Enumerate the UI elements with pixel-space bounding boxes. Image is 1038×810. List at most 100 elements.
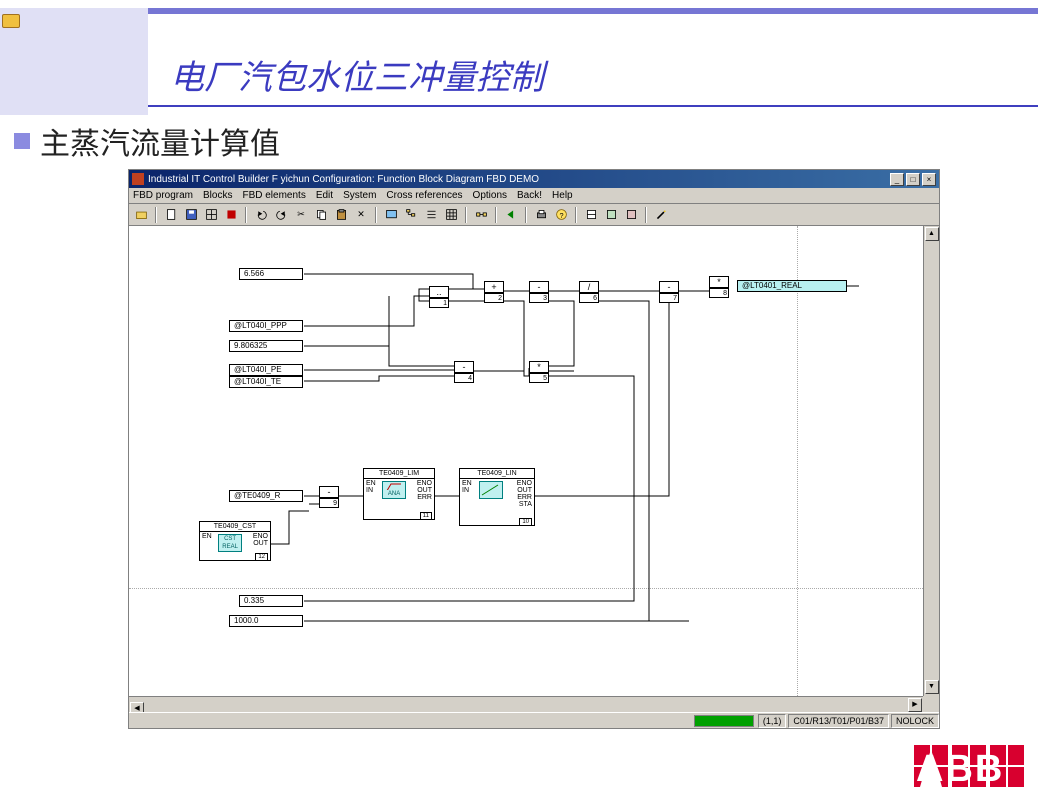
bullet-icon (14, 133, 30, 149)
abb-logo: ABB (914, 745, 1024, 794)
menu-cross-references[interactable]: Cross references (386, 190, 462, 201)
menu-fbd-elements[interactable]: FBD elements (242, 190, 305, 201)
op-3[interactable]: -3 (529, 281, 549, 303)
svg-text:ABB: ABB (916, 748, 1004, 789)
toolbar-separator (525, 207, 527, 223)
tool-tree-icon[interactable] (402, 206, 420, 224)
close-button[interactable]: × (922, 173, 936, 186)
tool-help-icon[interactable]: ? (552, 206, 570, 224)
op-1[interactable]: ..1 (429, 286, 449, 308)
op-8[interactable]: *8 (709, 276, 729, 298)
menu-blocks[interactable]: Blocks (203, 190, 232, 201)
subtitle-text: 主蒸汽流量计算值 (40, 119, 280, 163)
fblock-lim[interactable]: TE0409_LIM ENIN ANA ENOOUTERR 11 (363, 468, 435, 520)
toolbar-separator (245, 207, 247, 223)
menu-fbd-program[interactable]: FBD program (133, 190, 193, 201)
tool-table-icon[interactable] (442, 206, 460, 224)
slide-header: 电厂汽包水位三冲量控制 (0, 0, 1038, 107)
input-te0409-r[interactable]: @TE0409_R (229, 490, 303, 502)
fblock-lim-title: TE0409_LIM (364, 469, 434, 479)
menu-bar: FBD program Blocks FBD elements Edit Sys… (129, 188, 939, 204)
input-constant-0.335[interactable]: 0.335 (239, 595, 303, 607)
tool-new-icon[interactable] (162, 206, 180, 224)
menu-back[interactable]: Back! (517, 190, 542, 201)
tool-save-icon[interactable] (182, 206, 200, 224)
toolbar-separator (495, 207, 497, 223)
tool-grid-icon[interactable] (202, 206, 220, 224)
tool-screen-icon[interactable] (382, 206, 400, 224)
app-icon (132, 173, 144, 185)
title-bar[interactable]: Industrial IT Control Builder F yichun C… (129, 170, 939, 188)
tool-wand-icon[interactable] (652, 206, 670, 224)
vertical-scrollbar[interactable]: ▲ ▼ (923, 226, 939, 696)
tool-cut-icon[interactable]: ✂ (292, 206, 310, 224)
op-6[interactable]: /6 (579, 281, 599, 303)
header-accent-bar (0, 8, 1038, 14)
cst-icon: CST REAL (218, 534, 242, 552)
tool-undo-icon[interactable] (252, 206, 270, 224)
menu-help[interactable]: Help (552, 190, 573, 201)
horizontal-scrollbar[interactable]: ◀ ▶ (129, 696, 923, 712)
op-5[interactable]: *5 (529, 361, 549, 383)
svg-text:?: ? (559, 211, 563, 220)
output-real[interactable]: @LT0401_REAL (737, 280, 847, 292)
maximize-button[interactable]: □ (906, 173, 920, 186)
tool-print-icon[interactable] (532, 206, 550, 224)
tool-stop-icon[interactable] (222, 206, 240, 224)
app-window: Industrial IT Control Builder F yichun C… (128, 169, 940, 729)
status-lock: NOLOCK (891, 714, 939, 728)
tool-back-icon[interactable] (502, 206, 520, 224)
menu-options[interactable]: Options (473, 190, 507, 201)
fblock-lim-num: 11 (420, 512, 432, 520)
fblock-cst-num: 12 (255, 553, 268, 561)
minimize-button[interactable]: _ (890, 173, 904, 186)
tool-copy-icon[interactable] (312, 206, 330, 224)
input-constant-6.566[interactable]: 6.566 (239, 268, 303, 280)
status-indicator-icon (694, 715, 754, 727)
op-7[interactable]: -7 (659, 281, 679, 303)
fblock-cst-title: TE0409_CST (200, 522, 270, 532)
fblock-lin-title: TE0409_LIN (460, 469, 534, 479)
status-path: C01/R13/T01/P01/B37 (788, 714, 889, 728)
tool-redo-icon[interactable] (272, 206, 290, 224)
input-ppp[interactable]: @LT040I_PPP (229, 320, 303, 332)
diagram-canvas-wrap: 6.566 @LT040I_PPP 9.806325 @LT040I_PE @L… (129, 226, 939, 712)
input-constant-1000[interactable]: 1000.0 (229, 615, 303, 627)
scroll-up-icon[interactable]: ▲ (925, 227, 939, 241)
status-coord: (1,1) (758, 714, 787, 728)
tool-paste-icon[interactable] (332, 206, 350, 224)
tool-list-icon[interactable] (422, 206, 440, 224)
tool-connect-icon[interactable] (472, 206, 490, 224)
menu-system[interactable]: System (343, 190, 376, 201)
ana-icon: ANA (382, 481, 406, 499)
tool-block2-icon[interactable] (602, 206, 620, 224)
tool-delete-icon[interactable]: ✕ (352, 206, 370, 224)
input-te[interactable]: @LT040I_TE (229, 376, 303, 388)
tool-block1-icon[interactable] (582, 206, 600, 224)
toolbar-separator (465, 207, 467, 223)
toolbar-separator (375, 207, 377, 223)
slide-title: 电厂汽包水位三冲量控制 (170, 50, 544, 99)
scroll-corner (923, 696, 939, 712)
tool-folder-icon[interactable] (132, 206, 150, 224)
toolbar-separator (575, 207, 577, 223)
input-constant-9.8[interactable]: 9.806325 (229, 340, 303, 352)
scroll-down-icon[interactable]: ▼ (925, 680, 939, 694)
scroll-left-icon[interactable]: ◀ (130, 702, 144, 712)
menu-edit[interactable]: Edit (316, 190, 333, 201)
fblock-lin[interactable]: TE0409_LIN ENIN ENOOUTERRSTA 10 (459, 468, 535, 526)
lin-icon (479, 481, 503, 499)
status-bar: (1,1) C01/R13/T01/P01/B37 NOLOCK (129, 712, 939, 728)
scroll-right-icon[interactable]: ▶ (908, 698, 922, 712)
op-2[interactable]: +2 (484, 281, 504, 303)
fblock-cst[interactable]: TE0409_CST EN CST REAL ENOOUT 12 (199, 521, 271, 561)
op-4[interactable]: -4 (454, 361, 474, 383)
fblock-lin-num: 10 (519, 518, 532, 526)
tool-block3-icon[interactable] (622, 206, 640, 224)
toolbar-separator (155, 207, 157, 223)
diagram-canvas[interactable]: 6.566 @LT040I_PPP 9.806325 @LT040I_PE @L… (129, 226, 923, 696)
input-pe[interactable]: @LT040I_PE (229, 364, 303, 376)
comment-icon (2, 14, 20, 28)
op-9[interactable]: -9 (319, 486, 339, 508)
window-title: Industrial IT Control Builder F yichun C… (148, 174, 890, 185)
